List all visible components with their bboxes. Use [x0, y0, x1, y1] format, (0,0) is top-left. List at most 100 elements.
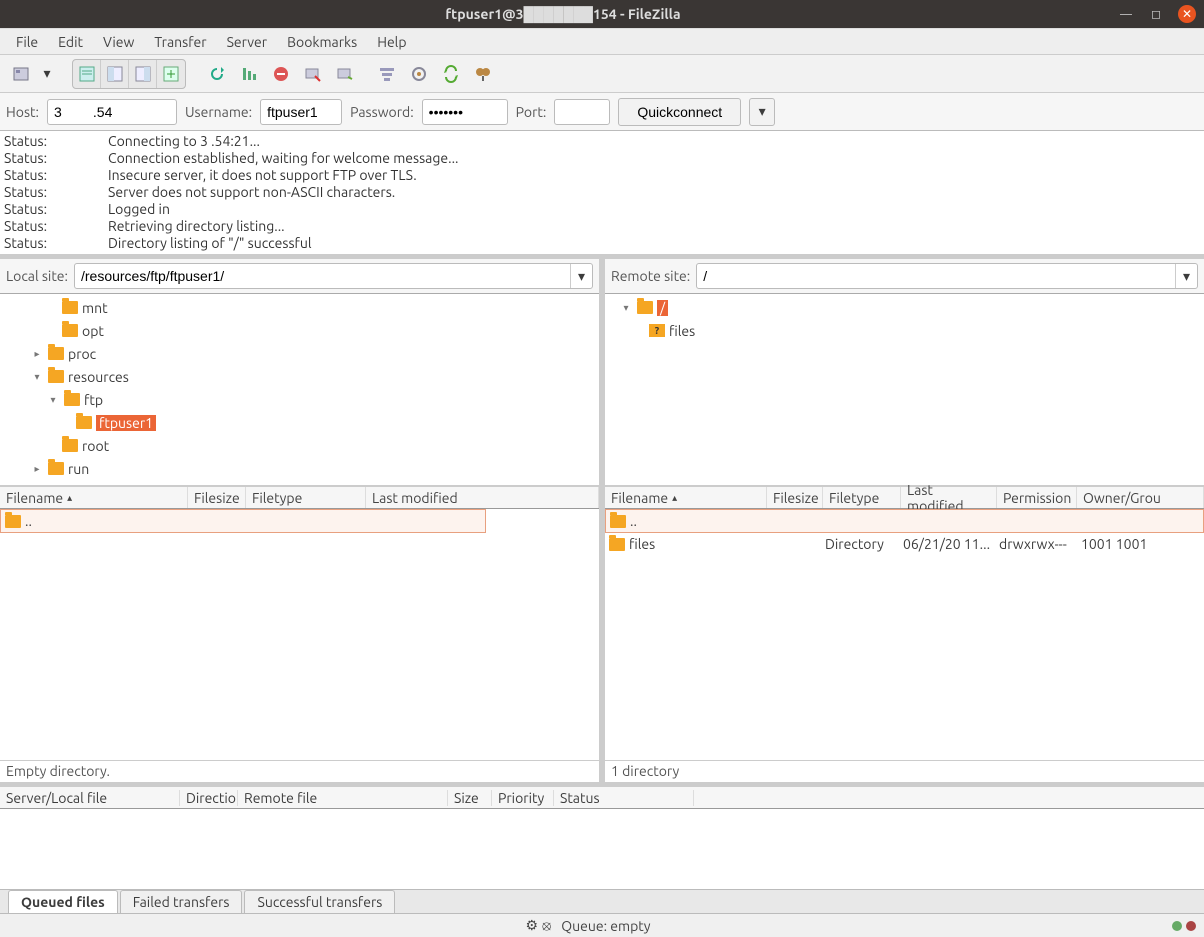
remote-path-input[interactable] [697, 264, 1175, 288]
menu-help[interactable]: Help [367, 34, 416, 50]
tree-split: Local site: ▾ mnt opt ▸proc ▾resources ▾… [0, 259, 1204, 487]
cancel-button[interactable] [266, 59, 296, 89]
host-input[interactable] [47, 99, 177, 125]
folder-icon [610, 515, 626, 528]
log-row: Status:Connection established, waiting f… [4, 150, 1200, 167]
log-message: Directory listing of "/" successful [108, 235, 312, 252]
sort-asc-icon: ▴ [672, 492, 677, 504]
gear-icon[interactable]: ⚙ [525, 917, 538, 934]
tree-item-ftpuser1[interactable]: ftpuser1 [2, 411, 597, 434]
chevron-down-icon[interactable]: ▾ [1175, 264, 1197, 288]
local-list-body[interactable]: .. [0, 509, 599, 760]
col-filetype[interactable]: Filetype [246, 487, 366, 508]
refresh-button[interactable] [202, 59, 232, 89]
toggle-queue-button[interactable] [157, 60, 185, 88]
remote-tree[interactable]: ▾/ ?files [605, 294, 1204, 485]
maximize-button[interactable]: ◻ [1148, 6, 1164, 22]
username-input[interactable] [260, 99, 342, 125]
queue-header: Server/Local file Directio Remote file S… [0, 787, 1204, 809]
remote-list-body[interactable]: .. files Directory 06/21/20 11... drwxrw… [605, 509, 1204, 760]
chevron-down-icon[interactable]: ▾ [570, 264, 592, 288]
site-manager-dropdown[interactable]: ▾ [38, 59, 56, 89]
col-remote-file[interactable]: Remote file [238, 790, 448, 806]
site-manager-button[interactable] [6, 59, 36, 89]
tree-item-resources[interactable]: ▾resources [2, 365, 597, 388]
local-tree[interactable]: mnt opt ▸proc ▾resources ▾ftp ftpuser1 r… [0, 294, 599, 485]
toolbar: ▾ [0, 55, 1204, 93]
queue-status-text: Queue: empty [561, 918, 650, 934]
quickconnect-button[interactable]: Quickconnect [618, 98, 741, 126]
window-controls: — ◻ ✕ [1118, 5, 1196, 23]
tree-item-files[interactable]: ?files [607, 319, 1202, 342]
menu-server[interactable]: Server [217, 34, 278, 50]
col-direction[interactable]: Directio [180, 790, 238, 806]
tree-item-run[interactable]: ▸run [2, 457, 597, 480]
toggle-log-button[interactable] [73, 60, 101, 88]
col-filetype[interactable]: Filetype [823, 487, 901, 508]
remote-path-combo[interactable]: ▾ [696, 263, 1198, 289]
queue-body[interactable] [0, 809, 1204, 889]
local-status: Empty directory. [0, 760, 599, 782]
toggle-remote-tree-button[interactable] [129, 60, 157, 88]
tree-item-ftp[interactable]: ▾ftp [2, 388, 597, 411]
process-queue-button[interactable] [234, 59, 264, 89]
disconnect-button[interactable] [298, 59, 328, 89]
log-message: Logged in [108, 201, 170, 218]
filter-button[interactable] [372, 59, 402, 89]
sort-asc-icon: ▴ [67, 492, 72, 504]
menu-bookmarks[interactable]: Bookmarks [277, 34, 367, 50]
sync-browse-button[interactable] [436, 59, 466, 89]
message-log[interactable]: Status:Connecting to 3 .54:21...Status:C… [0, 131, 1204, 259]
minimize-button[interactable]: — [1118, 6, 1134, 22]
password-label: Password: [350, 104, 414, 120]
tree-item-root[interactable]: ▾/ [607, 296, 1202, 319]
list-row-updir[interactable]: .. [606, 510, 1203, 532]
folder-icon [76, 416, 92, 429]
list-row-updir[interactable]: .. [1, 510, 485, 532]
statusbar: ⚙ ⦻ Queue: empty [0, 913, 1204, 937]
tab-failed[interactable]: Failed transfers [120, 890, 243, 913]
col-modified[interactable]: Last modified [901, 487, 997, 508]
col-status[interactable]: Status [554, 790, 694, 806]
col-modified[interactable]: Last modified [366, 487, 599, 508]
col-filesize[interactable]: Filesize [767, 487, 823, 508]
port-input[interactable] [554, 99, 610, 125]
tree-item-mnt[interactable]: mnt [2, 296, 597, 319]
tab-queued[interactable]: Queued files [8, 890, 118, 913]
local-path-combo[interactable]: ▾ [74, 263, 593, 289]
col-filename[interactable]: Filename▴ [0, 487, 188, 508]
col-filesize[interactable]: Filesize [188, 487, 246, 508]
password-input[interactable] [422, 99, 508, 125]
folder-icon [62, 324, 78, 337]
menu-file[interactable]: File [6, 34, 48, 50]
local-path-input[interactable] [75, 264, 570, 288]
col-filename[interactable]: Filename▴ [605, 487, 767, 508]
compare-button[interactable] [404, 59, 434, 89]
tree-item-opt[interactable]: opt [2, 319, 597, 342]
folder-icon [48, 370, 64, 383]
titlebar: ftpuser1@3███████154 - FileZilla — ◻ ✕ [0, 0, 1204, 28]
reconnect-button[interactable] [330, 59, 360, 89]
tree-item-root[interactable]: root [2, 434, 597, 457]
log-message: Connection established, waiting for welc… [108, 150, 458, 167]
menu-transfer[interactable]: Transfer [144, 34, 216, 50]
col-permissions[interactable]: Permission [997, 487, 1077, 508]
log-message: Connecting to 3 .54:21... [108, 133, 260, 150]
col-priority[interactable]: Priority [492, 790, 554, 806]
col-size[interactable]: Size [448, 790, 492, 806]
file-split: Filename▴ Filesize Filetype Last modifie… [0, 487, 1204, 787]
menu-edit[interactable]: Edit [48, 34, 93, 50]
menu-view[interactable]: View [93, 34, 144, 50]
quickconnect-dropdown[interactable]: ▾ [749, 98, 775, 126]
folder-icon [62, 301, 78, 314]
col-owner[interactable]: Owner/Grou [1077, 487, 1204, 508]
toggle-local-tree-button[interactable] [101, 60, 129, 88]
search-button[interactable] [468, 59, 498, 89]
close-button[interactable]: ✕ [1178, 5, 1196, 23]
tab-success[interactable]: Successful transfers [244, 890, 395, 913]
tree-item-proc[interactable]: ▸proc [2, 342, 597, 365]
log-row: Status:Insecure server, it does not supp… [4, 167, 1200, 184]
warning-icon[interactable]: ⦻ [542, 917, 551, 934]
list-row-files[interactable]: files Directory 06/21/20 11... drwxrwx--… [605, 533, 1204, 555]
col-server-local[interactable]: Server/Local file [0, 790, 180, 806]
